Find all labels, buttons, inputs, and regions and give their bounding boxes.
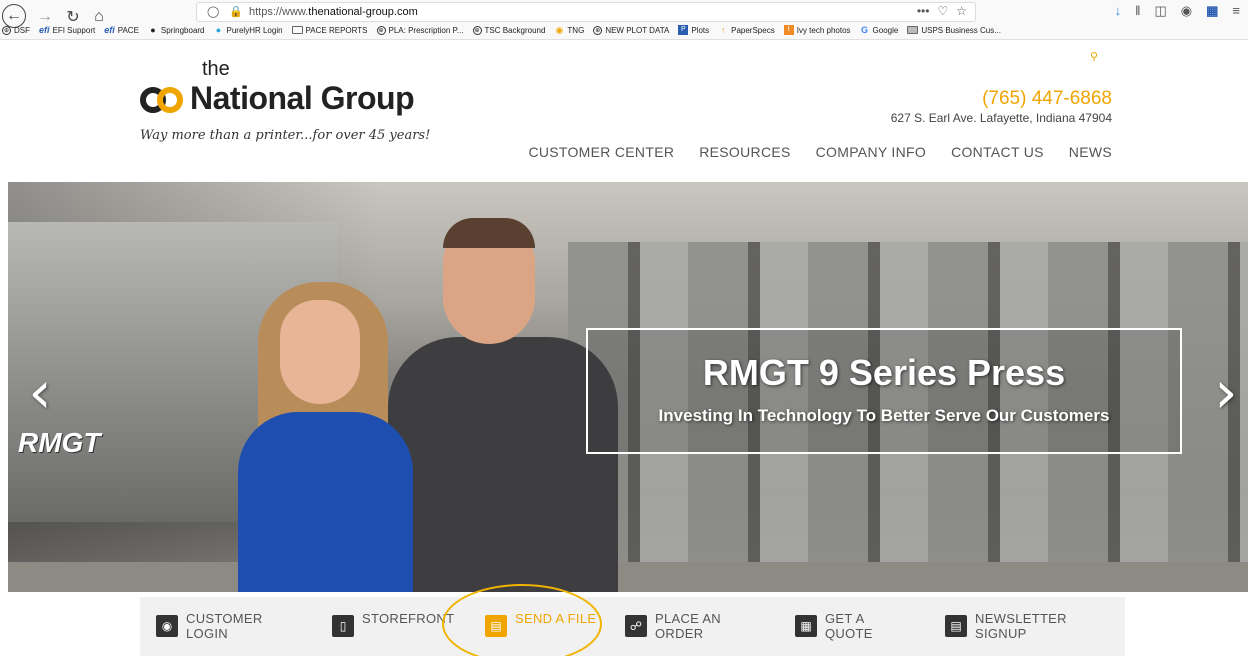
bookmarks-bar: ⊕ DSF efi EFI Support efi PACE ● Springboard… <box>0 22 1248 38</box>
person-man-image <box>388 218 618 592</box>
folder-icon: ▤ <box>485 615 507 637</box>
bookmark-pace[interactable]: efi PACE <box>104 25 139 35</box>
address-bar[interactable]: ◯ 🔒 https://www.thenational-group.com ••… <box>196 2 976 22</box>
nav-resources[interactable]: RESOURCES <box>699 144 790 160</box>
quicklink-send-a-file[interactable]: ▤ SEND A FILE <box>485 597 625 656</box>
globe-icon: ⊕ <box>376 25 386 35</box>
quick-links-bar: ◉ CUSTOMER LOGIN ▯ STOREFRONT ▤ SEND A F… <box>140 597 1125 656</box>
site-logo[interactable]: the National Group Way more than a print… <box>140 58 460 158</box>
quicklink-newsletter-signup[interactable]: ▤ NEWSLETTER SIGNUP <box>945 597 1095 656</box>
bookmark-pace-reports[interactable]: PACE REPORTS <box>291 26 368 35</box>
library-icon[interactable]: ‖ <box>1135 3 1140 19</box>
purelyhr-icon: ● <box>215 25 222 35</box>
quicklink-storefront[interactable]: ▯ STOREFRONT <box>332 597 485 656</box>
tng-icon: ◉ <box>555 25 564 35</box>
quicklink-place-an-order[interactable]: ☍ PLACE AN ORDER <box>625 597 795 656</box>
nav-customer-center[interactable]: CUSTOMER CENTER <box>528 144 674 160</box>
google-icon: G <box>861 25 869 35</box>
hero-caption: RMGT 9 Series Press Investing In Technol… <box>586 328 1182 454</box>
newsletter-icon: ▤ <box>945 615 967 637</box>
quicklink-customer-login[interactable]: ◉ CUSTOMER LOGIN <box>156 597 332 656</box>
globe-icon: ⊕ <box>2 25 11 35</box>
bookmark-paperspecs[interactable]: ↑ PaperSpecs <box>718 25 775 35</box>
bookmark-pla[interactable]: ⊕ PLA: Prescription P... <box>376 25 464 35</box>
browser-toolbar: ← → ↻ ⌂ ◯ 🔒 https://www.thenational-grou… <box>0 0 1248 40</box>
efi-icon: efi <box>104 25 115 35</box>
main-nav: CUSTOMER CENTER RESOURCES COMPANY INFO C… <box>528 144 1112 160</box>
cart-icon: ☍ <box>625 615 647 637</box>
nav-contact-us[interactable]: CONTACT US <box>951 144 1044 160</box>
pin-icon: ↑ <box>720 25 726 35</box>
mouse-icon: ▯ <box>332 615 354 637</box>
bookmark-plots[interactable]: P Plots <box>678 25 709 35</box>
slider-prev-arrow-icon[interactable]: ‹ <box>20 362 60 422</box>
tracking-shield-icon[interactable]: ◯ <box>207 5 219 18</box>
bookmark-tng[interactable]: ◉ TNG <box>554 25 584 35</box>
logo-the: the <box>202 58 230 80</box>
hero-slider: RMGT RMGT 9 Series Press Investing In Te… <box>8 182 1248 592</box>
download-icon[interactable]: ↓ <box>1115 3 1122 19</box>
search-icon[interactable]: ⚲ <box>1090 50 1098 63</box>
globe-icon: ⊕ <box>593 25 603 35</box>
person-woman-image <box>238 282 418 592</box>
url-text[interactable]: https://www.thenational-group.com <box>249 6 418 18</box>
bookmark-efi-support[interactable]: efi EFI Support <box>39 25 95 35</box>
page-actions-icon[interactable]: ••• <box>917 4 930 18</box>
bookmark-new-plot-data[interactable]: ⊕ NEW PLOT DATA <box>593 25 669 35</box>
bookmark-dsf[interactable]: ⊕ DSF <box>2 25 30 35</box>
hero-subtitle: Investing In Technology To Better Serve … <box>658 406 1110 425</box>
hero-title: RMGT 9 Series Press <box>702 352 1066 393</box>
nav-company-info[interactable]: COMPANY INFO <box>816 144 926 160</box>
nav-news[interactable]: NEWS <box>1069 144 1112 160</box>
quicklink-get-a-quote[interactable]: ▦ GET A QUOTE <box>795 597 945 656</box>
springboard-icon: ● <box>150 25 156 35</box>
floor <box>8 562 1248 592</box>
bookmark-tsc[interactable]: ⊕ TSC Background <box>472 25 545 35</box>
bookmark-purelyhr[interactable]: ● PurelyHR Login <box>214 25 283 35</box>
slider-next-arrow-icon[interactable]: › <box>1206 362 1246 422</box>
account-icon[interactable]: ◉ <box>1181 3 1192 19</box>
menu-icon[interactable]: ≡ <box>1232 3 1240 19</box>
folder-icon <box>291 26 303 34</box>
logo-name: National Group <box>190 80 415 116</box>
globe-icon: ⊕ <box>472 25 482 35</box>
phone-number[interactable]: (765) 447-6868 <box>982 88 1112 110</box>
calculator-icon: ▦ <box>795 615 817 637</box>
pocket-icon[interactable]: ♡ <box>937 4 948 18</box>
bookmark-springboard[interactable]: ● Springboard <box>148 25 204 35</box>
bookmark-google[interactable]: G Google <box>860 25 898 35</box>
bookmark-ivy-tech[interactable]: I Ivy tech photos <box>783 25 851 35</box>
plots-icon: P <box>678 25 689 35</box>
ivy-icon: I <box>783 25 794 35</box>
logo-tagline: Way more than a printer...for over 45 ye… <box>140 128 431 143</box>
usps-icon <box>907 26 919 34</box>
address: 627 S. Earl Ave. Lafayette, Indiana 4790… <box>890 111 1112 125</box>
efi-icon: efi <box>39 25 50 35</box>
lock-icon: ◉ <box>156 615 178 637</box>
logo-mark-icon <box>140 87 184 115</box>
press-brand-label: RMGT <box>18 427 101 458</box>
bookmark-star-icon[interactable]: ☆ <box>956 4 967 18</box>
extension-icon[interactable]: ▦ <box>1206 3 1218 19</box>
sidebar-icon[interactable]: ◫ <box>1154 3 1166 19</box>
lock-icon[interactable]: 🔒 <box>229 5 243 18</box>
bookmark-usps[interactable]: USPS Business Cus... <box>907 26 1001 35</box>
